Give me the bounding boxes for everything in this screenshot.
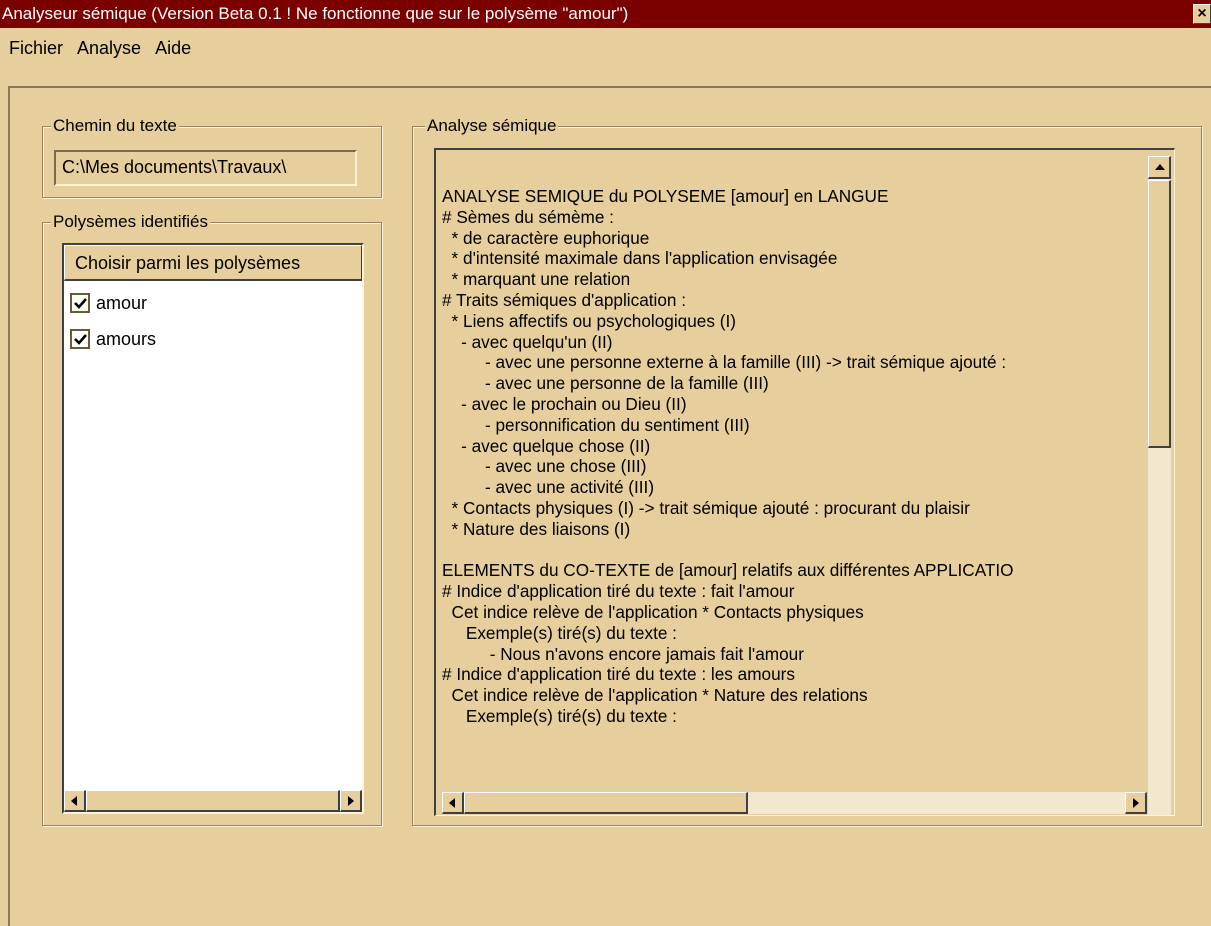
analysis-line: # Indice d'application tiré du texte : f… bbox=[442, 581, 795, 602]
window-title: Analyseur sémique (Version Beta 0.1 ! Ne… bbox=[2, 4, 629, 23]
analysis-line: - Nous n'avons encore jamais fait l'amou… bbox=[442, 643, 804, 664]
path-field[interactable]: C:\Mes documents\Travaux\ bbox=[54, 150, 357, 186]
analysis-line: * Contacts physiques (I) -> trait sémiqu… bbox=[442, 497, 970, 518]
check-icon bbox=[74, 334, 87, 345]
analysis-line: * marquant une relation bbox=[442, 269, 631, 290]
list-item-label: amour bbox=[96, 292, 148, 313]
analysis-line: # Sèmes du sémème : bbox=[442, 206, 614, 227]
analysis-line: - avec une personne externe à la famille… bbox=[442, 352, 1007, 373]
analysis-line: # Traits sémiques d'application : bbox=[442, 289, 687, 310]
polysemes-listview[interactable]: Choisir parmi les polysèmes amour amours bbox=[62, 243, 364, 814]
analysis-line: - avec quelque chose (II) bbox=[442, 435, 651, 456]
close-icon: × bbox=[1197, 5, 1207, 22]
scroll-right-button[interactable] bbox=[1125, 792, 1147, 814]
analysis-line: - avec une activité (III) bbox=[442, 477, 655, 498]
analysis-line: * Nature des liaisons (I) bbox=[442, 518, 631, 539]
analysis-text-content: ANALYSE SEMIQUE du POLYSEME [amour] en L… bbox=[442, 186, 1147, 796]
analysis-line: # Indice d'application tiré du texte : l… bbox=[442, 664, 795, 685]
scroll-up-button[interactable] bbox=[1148, 156, 1171, 179]
list-item[interactable]: amour bbox=[70, 291, 147, 315]
title-bar: Analyseur sémique (Version Beta 0.1 ! Ne… bbox=[0, 0, 1211, 28]
menu-bar: Fichier Analyse Aide bbox=[0, 28, 1211, 68]
scroll-left-button[interactable] bbox=[64, 790, 86, 812]
analysis-line: - avec quelqu'un (II) bbox=[442, 331, 613, 352]
close-button[interactable]: × bbox=[1193, 4, 1211, 24]
checkbox-amours[interactable] bbox=[70, 329, 90, 349]
analysis-line: Exemple(s) tiré(s) du texte : bbox=[442, 622, 677, 643]
scroll-thumb[interactable] bbox=[1148, 180, 1171, 448]
menu-analyse[interactable]: Analyse bbox=[72, 38, 146, 59]
scroll-right-button[interactable] bbox=[340, 790, 362, 812]
text-horizontal-scrollbar[interactable] bbox=[442, 792, 1147, 814]
analysis-line: ANALYSE SEMIQUE du POLYSEME [amour] en L… bbox=[442, 186, 889, 206]
arrow-right-icon bbox=[1133, 798, 1139, 808]
analysis-line: Cet indice relève de l'application * Nat… bbox=[442, 685, 868, 706]
arrow-left-icon bbox=[449, 798, 455, 808]
analysis-line: * Liens affectifs ou psychologiques (I) bbox=[442, 310, 736, 331]
list-item-label: amours bbox=[96, 328, 157, 349]
check-icon bbox=[74, 298, 87, 309]
analysis-line: Cet indice relève de l'application * Con… bbox=[442, 601, 864, 622]
path-group-label: Chemin du texte bbox=[51, 115, 179, 137]
analysis-text-area[interactable]: ANALYSE SEMIQUE du POLYSEME [amour] en L… bbox=[434, 148, 1175, 816]
scroll-left-button[interactable] bbox=[442, 792, 464, 814]
list-item[interactable]: amours bbox=[70, 327, 156, 351]
list-horizontal-scrollbar[interactable] bbox=[64, 790, 362, 812]
analysis-line: Exemple(s) tiré(s) du texte : bbox=[442, 705, 677, 726]
analysis-line: * de caractère euphorique bbox=[442, 227, 650, 248]
text-vertical-scrollbar[interactable] bbox=[1148, 156, 1171, 815]
analysis-line: - avec le prochain ou Dieu (II) bbox=[442, 393, 687, 414]
scroll-thumb[interactable] bbox=[86, 790, 340, 812]
list-column-header[interactable]: Choisir parmi les polysèmes bbox=[64, 245, 362, 281]
analysis-line: - avec une personne de la famille (III) bbox=[442, 373, 769, 394]
analysis-line: - personnification du sentiment (III) bbox=[442, 414, 750, 435]
analysis-line bbox=[442, 540, 1147, 561]
checkbox-amour[interactable] bbox=[70, 293, 90, 313]
scroll-thumb[interactable] bbox=[464, 792, 748, 814]
analysis-line: - avec une chose (III) bbox=[442, 456, 647, 477]
menu-fichier[interactable]: Fichier bbox=[4, 38, 68, 59]
arrow-up-icon bbox=[1155, 164, 1165, 170]
analysis-line: * d'intensité maximale dans l'applicatio… bbox=[442, 248, 838, 269]
polysemes-group-label: Polysèmes identifiés bbox=[51, 211, 210, 233]
arrow-left-icon bbox=[71, 796, 77, 806]
arrow-right-icon bbox=[348, 796, 354, 806]
analysis-group-label: Analyse sémique bbox=[425, 115, 559, 137]
analysis-line: ELEMENTS du CO-TEXTE de [amour] relatifs… bbox=[442, 560, 1014, 581]
menu-aide[interactable]: Aide bbox=[150, 38, 196, 59]
